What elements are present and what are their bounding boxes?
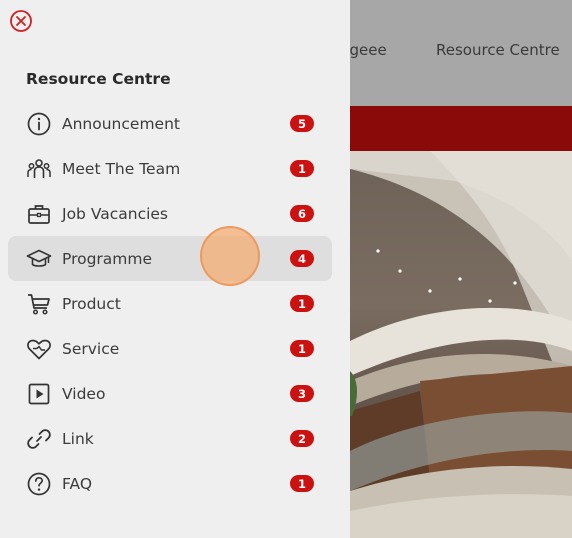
menu-item-label: Product (62, 294, 121, 313)
count-badge: 6 (290, 205, 314, 222)
menu-item-link[interactable]: Link 2 (8, 416, 332, 461)
menu-item-label: Announcement (62, 114, 180, 133)
play-icon (28, 383, 50, 405)
heart-hand-icon (27, 339, 51, 360)
briefcase-icon (28, 205, 50, 224)
count-badge: 3 (290, 385, 314, 402)
count-badge: 4 (290, 250, 314, 267)
cursor-click-indicator (200, 226, 260, 286)
count-badge: 1 (290, 160, 314, 177)
menu-item-job-vacancies[interactable]: Job Vacancies 6 (8, 191, 332, 236)
info-icon (27, 112, 51, 136)
resource-menu: Announcement 5 Meet The Team 1 Job Vacan… (8, 101, 332, 506)
question-icon (27, 472, 51, 496)
resource-centre-drawer: Resource Centre Announcement 5 Meet The … (0, 0, 350, 538)
menu-item-announcement[interactable]: Announcement 5 (8, 101, 332, 146)
menu-item-programme[interactable]: Programme 4 (8, 236, 332, 281)
menu-item-label: Programme (62, 249, 153, 268)
graduation-cap-icon (26, 249, 52, 267)
menu-item-meet-the-team[interactable]: Meet The Team 1 (8, 146, 332, 191)
count-badge: 2 (290, 430, 314, 447)
menu-item-video[interactable]: Video 3 (8, 371, 332, 416)
menu-item-service[interactable]: Service 1 (8, 326, 332, 371)
close-icon[interactable] (9, 9, 33, 33)
menu-item-label: Video (62, 384, 106, 403)
count-badge: 1 (290, 295, 314, 312)
menu-item-label: FAQ (62, 474, 93, 493)
count-badge: 1 (290, 475, 314, 492)
menu-item-label: Job Vacancies (62, 204, 169, 223)
menu-item-label: Meet The Team (62, 159, 181, 178)
nav-item-resource-centre[interactable]: Resource Centre (436, 41, 560, 59)
menu-item-label: Link (62, 429, 94, 448)
link-icon (27, 429, 51, 449)
menu-item-product[interactable]: Product 1 (8, 281, 332, 326)
menu-item-faq[interactable]: FAQ 1 (8, 461, 332, 506)
count-badge: 5 (290, 115, 314, 132)
team-icon (27, 159, 51, 178)
cart-icon (28, 294, 50, 315)
drawer-title: Resource Centre (26, 70, 171, 88)
count-badge: 1 (290, 340, 314, 357)
menu-item-label: Service (62, 339, 120, 358)
